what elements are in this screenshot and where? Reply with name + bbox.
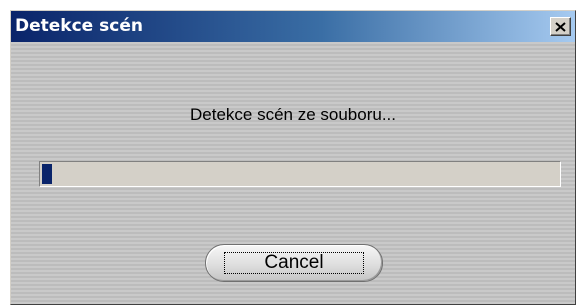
close-button[interactable] xyxy=(550,17,571,36)
progress-bar xyxy=(39,161,561,187)
close-x-icon xyxy=(555,21,566,32)
dialog-title: Detekce scén xyxy=(15,16,143,36)
status-message: Detekce scén ze souboru... xyxy=(189,105,396,124)
scene-detection-dialog: Detekce scén Detekce scén ze souboru... … xyxy=(10,10,576,305)
cancel-button-label: Cancel xyxy=(264,252,324,273)
cancel-button[interactable]: Cancel xyxy=(205,244,383,282)
progress-bar-fill xyxy=(42,164,52,184)
title-bar[interactable]: Detekce scén xyxy=(11,11,575,42)
dialog-body: Detekce scén ze souboru... Cancel xyxy=(11,42,575,304)
cancel-focus-rect: Cancel xyxy=(224,252,364,274)
